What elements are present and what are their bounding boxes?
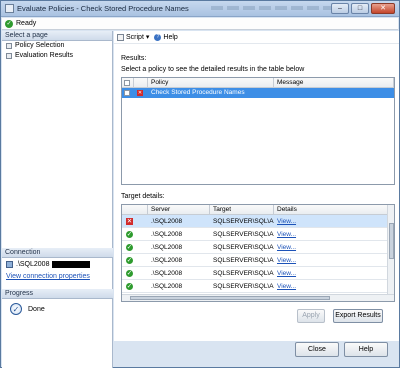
success-icon: ✓ [126,230,133,238]
target-row[interactable]: ✓ .\SQL2008 SQLSERVER\SQL\A... View... [122,228,394,241]
done-check-icon: ✓ [10,303,22,315]
error-icon: ✕ [137,90,143,96]
progress-header: Progress [2,289,113,299]
server-cell: .\SQL2008 [151,230,183,238]
results-header: Policy Message [122,78,394,88]
target-cell: SQLSERVER\SQL\A... [213,230,274,238]
target-cell: SQLSERVER\SQL\A... [213,217,274,225]
window-icon [5,4,14,13]
script-button[interactable]: Script ▾ [117,33,149,41]
success-icon: ✓ [126,269,133,277]
target-cell: SQLSERVER\SQL\A... [213,243,274,251]
success-icon: ✓ [126,282,133,290]
close-window-button[interactable]: ✕ [371,3,395,14]
status-bar: ✓ Ready [2,18,398,30]
policy-row[interactable]: ✕ Check Stored Procedure Names [122,88,394,98]
target-rows: ✕ .\SQL2008 SQLSERVER\SQL\A... View... ✓ .\SQ… [122,215,394,293]
left-pane: Select a page Policy Selection Evaluatio… [2,31,113,368]
col-status [122,205,148,214]
server-cell: .\SQL2008 [151,256,183,264]
target-details-label: Target details: [121,193,165,200]
target-header: Server Target Details [122,205,394,215]
progress-text: Done [28,305,45,313]
ready-check-icon: ✓ [5,20,13,28]
select-all-checkbox-cell[interactable] [122,78,134,87]
policy-message [274,88,394,98]
toolbar: Script ▾ ? Help [114,31,399,44]
target-cell: SQLSERVER\SQL\A... [213,282,274,290]
server-name: .\SQL2008 [16,261,50,268]
target-cell: SQLSERVER\SQL\A... [213,269,274,277]
row-checkbox[interactable] [124,90,130,96]
vertical-scrollbar[interactable] [387,205,394,301]
col-message: Message [274,78,394,87]
view-details-link[interactable]: View... [274,283,314,290]
help-button[interactable]: Help [344,342,388,357]
view-details-link[interactable]: View... [274,231,314,238]
page-icon [6,43,12,49]
script-label: Script [126,33,144,41]
results-hint: Select a policy to see the detailed resu… [121,66,305,73]
sidebar-item-label: Evaluation Results [15,52,73,59]
col-details: Details [274,205,388,214]
help-label: Help [163,33,178,41]
view-details-link[interactable]: View... [274,257,314,264]
script-icon [117,33,124,41]
target-grid: Server Target Details ✕ .\SQL2008 SQLSERVE… [121,204,395,302]
help-toolbar-button[interactable]: ? Help [154,33,178,41]
server-cell: .\SQL2008 [151,282,183,290]
export-results-button[interactable]: Export Results [333,309,383,323]
scroll-thumb[interactable] [389,223,394,259]
target-row[interactable]: ✓ .\SQL2008 SQLSERVER\SQL\A... View... [122,254,394,267]
server-cell: .\SQL2008 [151,217,183,225]
target-cell: SQLSERVER\SQL\A... [213,256,274,264]
taskbar-blur [211,6,341,10]
target-row[interactable]: ✕ .\SQL2008 SQLSERVER\SQL\A... View... [122,215,394,228]
right-pane: Script ▾ ? Help Results: Select a policy… [114,31,399,341]
target-row[interactable]: ✓ .\SQL2008 SQLSERVER\SQL\A... View... [122,280,394,293]
redacted-bar [52,261,91,268]
window-title: Evaluate Policies - Check Stored Procedu… [17,4,189,13]
sidebar-item-label: Policy Selection [15,42,65,49]
page-icon [6,53,12,59]
success-icon: ✓ [126,256,133,264]
select-page-header: Select a page [2,31,112,41]
view-details-link[interactable]: View... [274,244,314,251]
title-bar: Evaluate Policies - Check Stored Procedu… [1,1,399,17]
target-row[interactable]: ✓ .\SQL2008 SQLSERVER\SQL\A... View... [122,267,394,280]
success-icon: ✓ [126,243,133,251]
chevron-down-icon[interactable]: ▾ [146,33,150,41]
col-server: Server [148,205,210,214]
status-text: Ready [16,20,37,27]
col-policy: Policy [148,78,274,87]
sidebar-item-policy-selection[interactable]: Policy Selection [2,41,112,51]
evaluate-policies-window: Evaluate Policies - Check Stored Procedu… [0,0,400,368]
maximize-button[interactable]: □ [351,3,369,14]
apply-button[interactable]: Apply [297,309,325,323]
select-all-checkbox[interactable] [124,80,130,86]
server-icon [6,261,13,268]
results-grid: Policy Message ✕ Check Stored Procedure … [121,77,395,185]
connection-section: Connection .\SQL2008 View connection pro… [2,248,113,282]
connection-header: Connection [2,248,113,258]
progress-section: Progress ✓ Done [2,289,113,315]
sidebar-item-evaluation-results[interactable]: Evaluation Results [2,51,112,61]
results-label: Results: [121,55,147,62]
minimize-button[interactable]: – [331,3,349,14]
horizontal-scrollbar[interactable] [122,294,394,301]
policy-name: Check Stored Procedure Names [151,89,245,96]
col-status [134,78,148,87]
view-details-link[interactable]: View... [274,218,314,225]
view-connection-properties-link[interactable]: View connection properties [2,271,113,282]
help-icon: ? [154,33,162,41]
server-cell: .\SQL2008 [151,269,183,277]
close-button[interactable]: Close [295,342,339,357]
error-icon: ✕ [126,217,133,225]
server-cell: .\SQL2008 [151,243,183,251]
target-row[interactable]: ✓ .\SQL2008 SQLSERVER\SQL\A... View... [122,241,394,254]
view-details-link[interactable]: View... [274,270,314,277]
col-target: Target [210,205,274,214]
scroll-thumb[interactable] [130,296,330,300]
